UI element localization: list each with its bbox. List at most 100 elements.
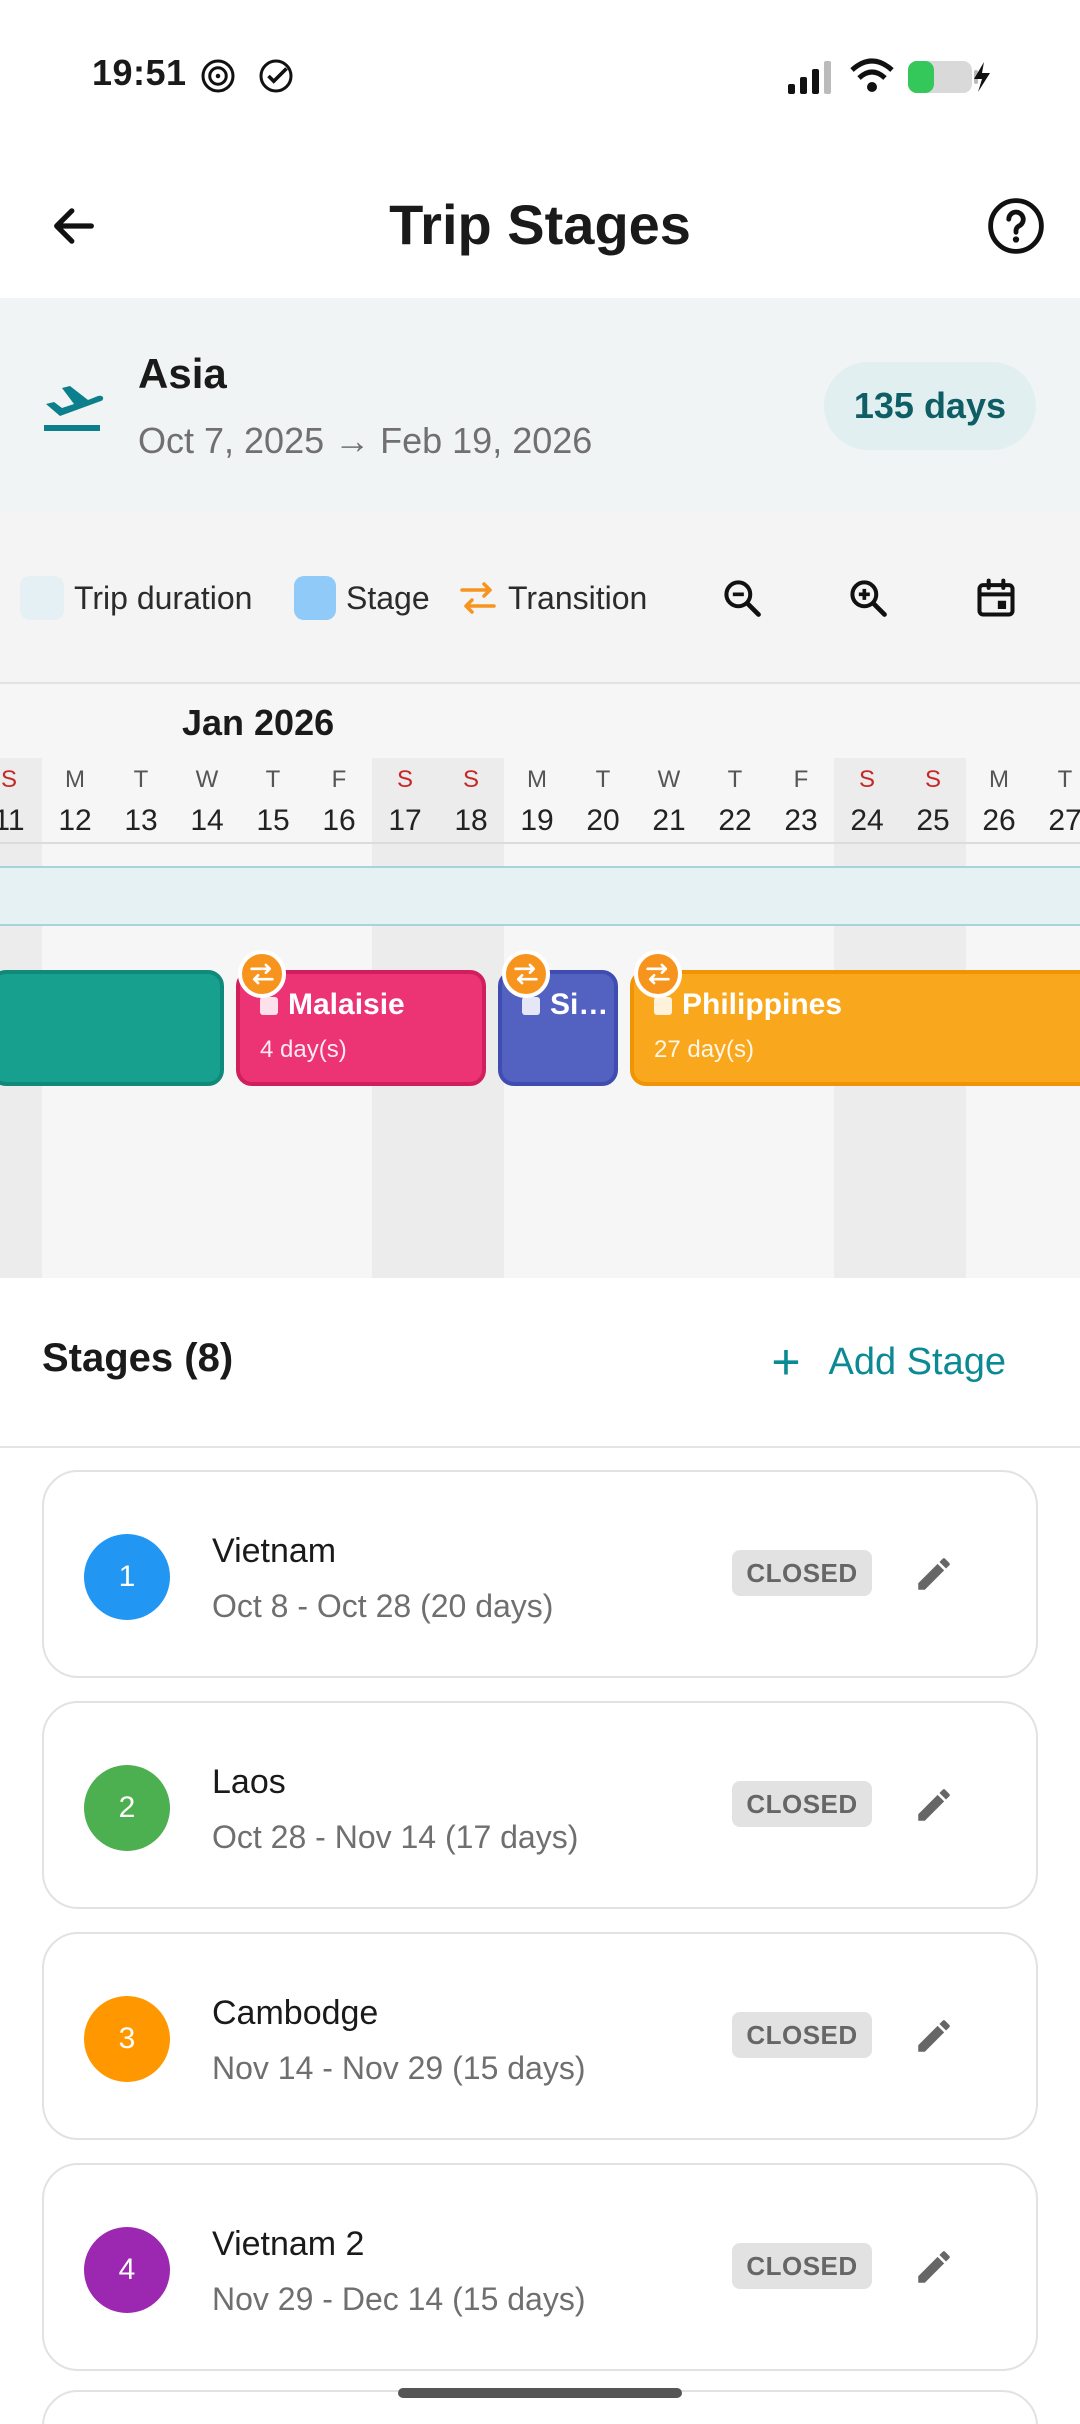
stage-card[interactable]: 3 Cambodge Nov 14 - Nov 29 (15 days) CLOSED: [42, 1932, 1038, 2140]
day-number: 19: [520, 804, 554, 837]
weekday-letter: M: [65, 766, 85, 793]
weekday-letter: T: [265, 766, 281, 793]
day-number: 25: [916, 804, 950, 837]
weekday-letter: F: [331, 766, 347, 793]
weekday-letter: T: [595, 766, 611, 793]
stage-name: Vietnam 2: [212, 2225, 365, 2263]
edit-stage-button[interactable]: [904, 2006, 964, 2066]
transition-icon: [460, 582, 496, 614]
stage-swatch: [294, 576, 336, 620]
trip-duration-legend-label: Trip duration: [74, 580, 253, 616]
stage-card[interactable]: 4 Vietnam 2 Nov 29 - Dec 14 (15 days) CLOSE…: [42, 2163, 1038, 2371]
trip-name: Asia: [138, 350, 227, 397]
weekday-letter: S: [396, 766, 413, 793]
edit-stage-button[interactable]: [904, 1775, 964, 1835]
weekday-letter: S: [0, 766, 17, 793]
status-badge: CLOSED: [732, 1550, 872, 1596]
stage-number-badge: 2: [84, 1765, 170, 1851]
plus-icon: +: [771, 1334, 801, 1390]
weekday-letter: T: [133, 766, 149, 793]
zoom-out-button[interactable]: [710, 566, 774, 630]
add-stage-label: Add Stage: [828, 1340, 1006, 1383]
stage-bar-name: Si…: [550, 988, 609, 1021]
day-number: 21: [652, 804, 686, 837]
pencil-icon: [918, 2020, 950, 2052]
status-badge: CLOSED: [732, 1781, 872, 1827]
pencil-icon: [918, 1558, 950, 1590]
add-stage-button[interactable]: + Add Stage: [771, 1330, 1006, 1394]
zoom-out-icon: [724, 580, 761, 617]
day-number: 22: [718, 804, 752, 837]
timeline-stage-bar[interactable]: [0, 970, 224, 1086]
weekday-letter: T: [1057, 766, 1073, 793]
flight-takeoff-icon: [44, 386, 104, 431]
day-number: 14: [190, 804, 224, 837]
day-number: 12: [58, 804, 92, 837]
battery-charging-icon: [908, 61, 990, 93]
stages-count-title: Stages (8): [42, 1336, 234, 1380]
day-number: 18: [454, 804, 488, 837]
trip-summary: Asia Oct 7, 2025 → Feb 19, 2026 135 days: [0, 298, 1080, 512]
help-button[interactable]: [976, 186, 1056, 266]
transition-legend-label: Transition: [508, 580, 648, 616]
app-header: Trip Stages: [0, 150, 1080, 298]
weekday-letter: M: [989, 766, 1009, 793]
timeline-chart[interactable]: T 27 M 26 S 25 S 24 F 23 T 22 W 21 T 20 M 19 S 18 S 17 F 16 T 15 W…: [0, 684, 1080, 1278]
stage-bar-title: Malaisie: [260, 988, 405, 1022]
weekday-letter: S: [858, 766, 875, 793]
status-badge: CLOSED: [732, 2012, 872, 2058]
stage-number-badge: 1: [84, 1534, 170, 1620]
check-circle-icon: [259, 59, 293, 93]
trip-duration-band: [0, 866, 1080, 926]
day-number: 17: [388, 804, 422, 837]
page-title: Trip Stages: [389, 193, 691, 256]
weekday-letter: T: [727, 766, 743, 793]
lock-icon: [522, 997, 540, 1016]
edit-stage-button[interactable]: [904, 1544, 964, 1604]
weekday-letter: F: [793, 766, 809, 793]
stage-bar-name: Malaisie: [288, 988, 405, 1021]
stage-card[interactable]: 2 Laos Oct 28 - Nov 14 (17 days) CLOSED: [42, 1701, 1038, 1909]
transition-badge[interactable]: [238, 950, 286, 998]
transition-badge[interactable]: [634, 950, 682, 998]
stage-dates: Oct 8 - Oct 28 (20 days): [212, 1588, 554, 1624]
signal-icon: [788, 61, 831, 94]
trip-dates: Oct 7, 2025 → Feb 19, 2026: [138, 420, 593, 461]
calendar-icon: [977, 578, 1015, 617]
day-number: 16: [322, 804, 356, 837]
weekday-letter: W: [657, 766, 681, 793]
help-circle-icon: [988, 198, 1044, 254]
weekday-letter: S: [924, 766, 941, 793]
edit-stage-button[interactable]: [904, 2237, 964, 2297]
day-number: 27: [1048, 804, 1080, 837]
wifi-icon: [850, 58, 894, 92]
day-number: 26: [982, 804, 1016, 837]
day-number: 23: [784, 804, 818, 837]
weekday-letter: S: [462, 766, 479, 793]
day-number: 20: [586, 804, 620, 837]
stage-bar-name: Philippines: [682, 988, 843, 1021]
stage-dates: Nov 29 - Dec 14 (15 days): [212, 2281, 586, 2317]
stage-number-badge: 4: [84, 2227, 170, 2313]
transition-icon: [646, 963, 670, 985]
day-number: 15: [256, 804, 290, 837]
stages-section-header: Stages (8) + Add Stage: [0, 1278, 1080, 1448]
zoom-in-button[interactable]: [836, 566, 900, 630]
pencil-icon: [918, 2251, 950, 2283]
trip-duration-swatch: [20, 576, 64, 620]
pencil-icon: [918, 1789, 950, 1821]
day-number: 24: [850, 804, 884, 837]
transition-icon: [250, 963, 274, 985]
month-label: Jan 2026: [182, 702, 335, 743]
timeline-stage-bar[interactable]: Philippines 27 day(s): [630, 970, 1080, 1086]
status-time: 19:51: [92, 52, 187, 93]
calendar-button[interactable]: [964, 566, 1028, 630]
weekday-letter: W: [195, 766, 219, 793]
stage-bar-title: Philippines: [654, 988, 842, 1022]
transition-badge[interactable]: [502, 950, 550, 998]
day-number: 11: [0, 804, 25, 837]
stage-card[interactable]: 1 Vietnam Oct 8 - Oct 28 (20 days) CLOSED: [42, 1470, 1038, 1678]
stage-name: Cambodge: [212, 1994, 379, 2032]
focus-icon: [201, 59, 235, 93]
home-indicator: [398, 2388, 682, 2398]
